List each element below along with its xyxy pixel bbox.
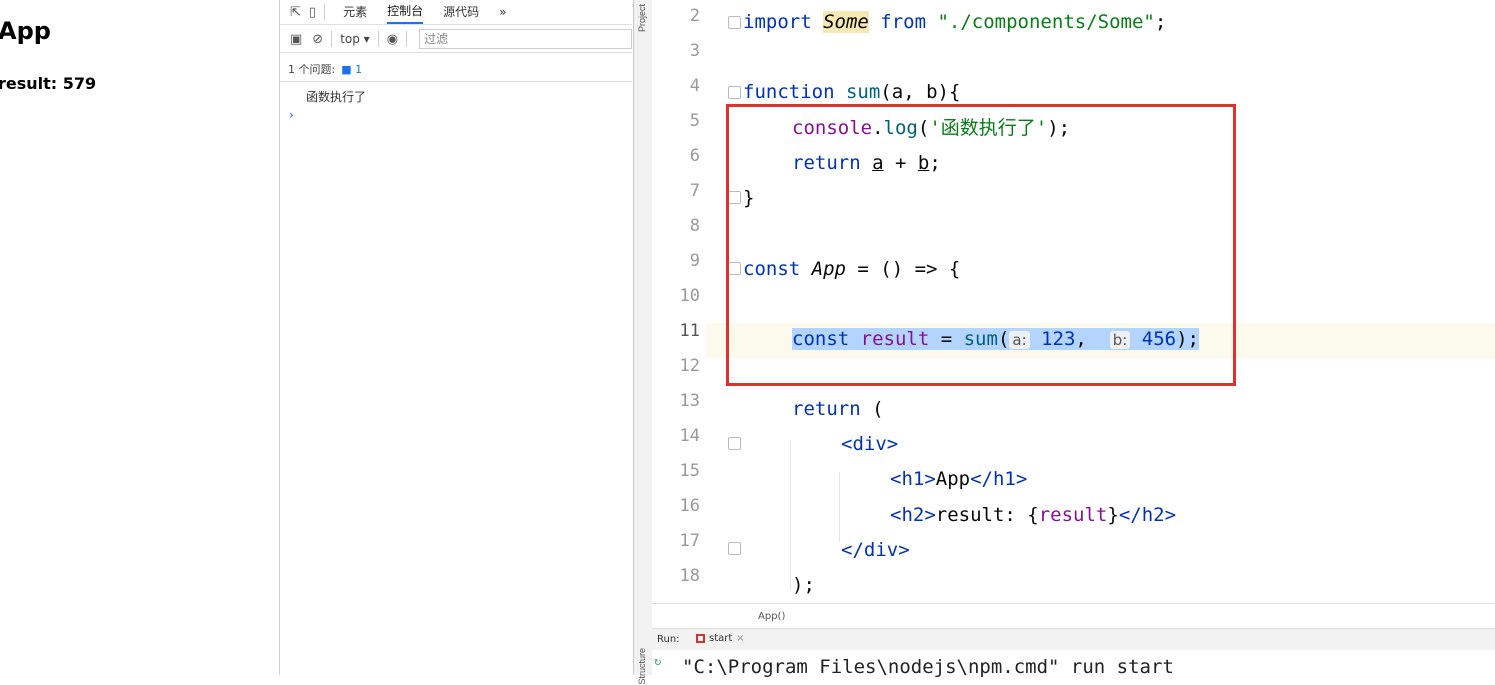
line-number: 4 xyxy=(689,76,700,96)
code-line-16: <h2>result: {result}</h2> xyxy=(890,498,1176,533)
sidebar-toggle-icon[interactable]: ▣ xyxy=(290,32,302,47)
issues-label: 1 个问题: xyxy=(288,63,336,76)
line-number: 14 xyxy=(679,426,700,446)
fold-marker-icon[interactable] xyxy=(728,437,741,450)
line-number: 3 xyxy=(689,41,700,61)
token: function xyxy=(743,81,846,103)
code-breadcrumb[interactable]: App() xyxy=(652,603,1495,629)
highlight-annotation-box xyxy=(726,104,1236,386)
line-number: 5 xyxy=(689,111,700,131)
console-log-message: 函数执行了 xyxy=(306,90,367,104)
context-selector[interactable]: top ▾ xyxy=(340,32,370,46)
code-line-18: ); xyxy=(792,568,815,603)
console-filter-input[interactable]: 过滤 xyxy=(419,29,632,49)
line-number: 8 xyxy=(689,216,700,236)
token: result: { xyxy=(935,504,1039,526)
token: ); xyxy=(792,574,815,596)
line-number: 7 xyxy=(689,181,700,201)
line-number: 11 xyxy=(679,321,700,341)
console-prompt-icon[interactable]: › xyxy=(289,108,294,122)
devtools-panel: ⇱ ▯ 元素 控制台 源代码 » ▣ ⊘ top ▾ ◉ 过滤 1 个问题: ■… xyxy=(280,0,632,675)
line-number: 13 xyxy=(679,391,700,411)
code-line-17: </div> xyxy=(841,533,910,568)
tab-elements[interactable]: 元素 xyxy=(343,0,367,24)
page-result: result: 579 xyxy=(0,74,97,93)
ide-side-toolbar: Project Structure xyxy=(634,0,653,685)
token: , xyxy=(903,81,927,103)
devtools-tabbar: ⇱ ▯ 元素 控制台 源代码 » xyxy=(280,0,632,25)
token: <h1> xyxy=(890,468,936,490)
token: ( xyxy=(880,81,892,103)
issues-count: 1 xyxy=(355,62,363,76)
line-number: 17 xyxy=(679,531,700,551)
line-number: 2 xyxy=(689,6,700,26)
token: </h2> xyxy=(1118,504,1177,526)
message-icon: ■ xyxy=(341,62,352,76)
tab-console[interactable]: 控制台 xyxy=(387,1,424,24)
rerun-icon[interactable]: ↻ xyxy=(654,654,661,668)
line-number: 16 xyxy=(679,496,700,516)
token: ){ xyxy=(937,81,961,103)
line-number: 18 xyxy=(679,566,700,586)
inspect-icon[interactable]: ⇱ xyxy=(290,5,301,20)
token: <div> xyxy=(841,433,899,455)
more-tabs-button[interactable]: » xyxy=(499,0,506,24)
token: result xyxy=(1038,504,1108,526)
line-number: 9 xyxy=(689,251,700,271)
code-line-15: <h1>App</h1> xyxy=(890,462,1027,497)
indent-guide xyxy=(790,440,791,590)
code-line-13: return ( xyxy=(792,392,884,427)
rendered-page: App result: 579 xyxy=(0,0,280,675)
token: a xyxy=(891,81,904,103)
token: return xyxy=(792,398,873,420)
project-tool-tab[interactable]: Project xyxy=(637,4,647,32)
page-heading: App xyxy=(0,17,51,45)
issues-badge[interactable]: ■ 1 xyxy=(341,63,362,76)
token: Some xyxy=(823,11,869,33)
line-number: 12 xyxy=(679,356,700,376)
structure-tool-tab[interactable]: Structure xyxy=(637,648,647,685)
token: } xyxy=(1107,504,1119,526)
token: import xyxy=(743,11,824,33)
token: App xyxy=(935,468,971,490)
run-tab-start[interactable]: start × xyxy=(696,633,745,644)
clear-console-icon[interactable]: ⊘ xyxy=(312,32,323,47)
console-toolbar: ▣ ⊘ top ▾ ◉ 过滤 xyxy=(280,26,632,53)
run-label: Run: xyxy=(657,634,680,645)
fold-marker-icon[interactable] xyxy=(728,86,741,99)
token: </div> xyxy=(841,539,910,561)
token: ; xyxy=(1154,11,1167,33)
eye-icon[interactable]: ◉ xyxy=(387,32,398,47)
run-console-output: ↻ "C:\Program Files\nodejs\npm.cmd" run … xyxy=(652,650,1495,678)
close-icon[interactable]: × xyxy=(736,633,744,644)
breadcrumb-item[interactable]: App() xyxy=(758,611,785,622)
token: ( xyxy=(872,398,884,420)
run-config-icon xyxy=(696,634,705,643)
token: <h2> xyxy=(890,504,936,526)
token: from xyxy=(868,11,938,33)
code-line-14: <div> xyxy=(841,427,898,462)
token: sum xyxy=(845,81,881,103)
run-tool-bar: Run: start × xyxy=(652,628,1495,651)
line-number-gutter: 2 3 4 5 6 7 8 9 10 11 12 13 14 15 16 17 … xyxy=(652,0,706,603)
token: "./components/Some" xyxy=(937,11,1155,33)
tab-sources[interactable]: 源代码 xyxy=(443,0,479,24)
issues-bar[interactable]: 1 个问题: ■ 1 xyxy=(280,57,632,82)
line-number: 6 xyxy=(689,146,700,166)
device-toggle-icon[interactable]: ▯ xyxy=(309,5,316,20)
token: </h1> xyxy=(970,468,1028,490)
line-number: 15 xyxy=(679,461,700,481)
indent-guide xyxy=(839,472,840,542)
fold-marker-icon[interactable] xyxy=(728,16,741,29)
fold-marker-icon[interactable] xyxy=(728,542,741,555)
run-tab-label: start xyxy=(709,633,733,644)
code-line-2: import Some from "./components/Some"; xyxy=(743,5,1166,40)
token: b xyxy=(926,81,938,103)
line-number: 10 xyxy=(679,286,700,306)
